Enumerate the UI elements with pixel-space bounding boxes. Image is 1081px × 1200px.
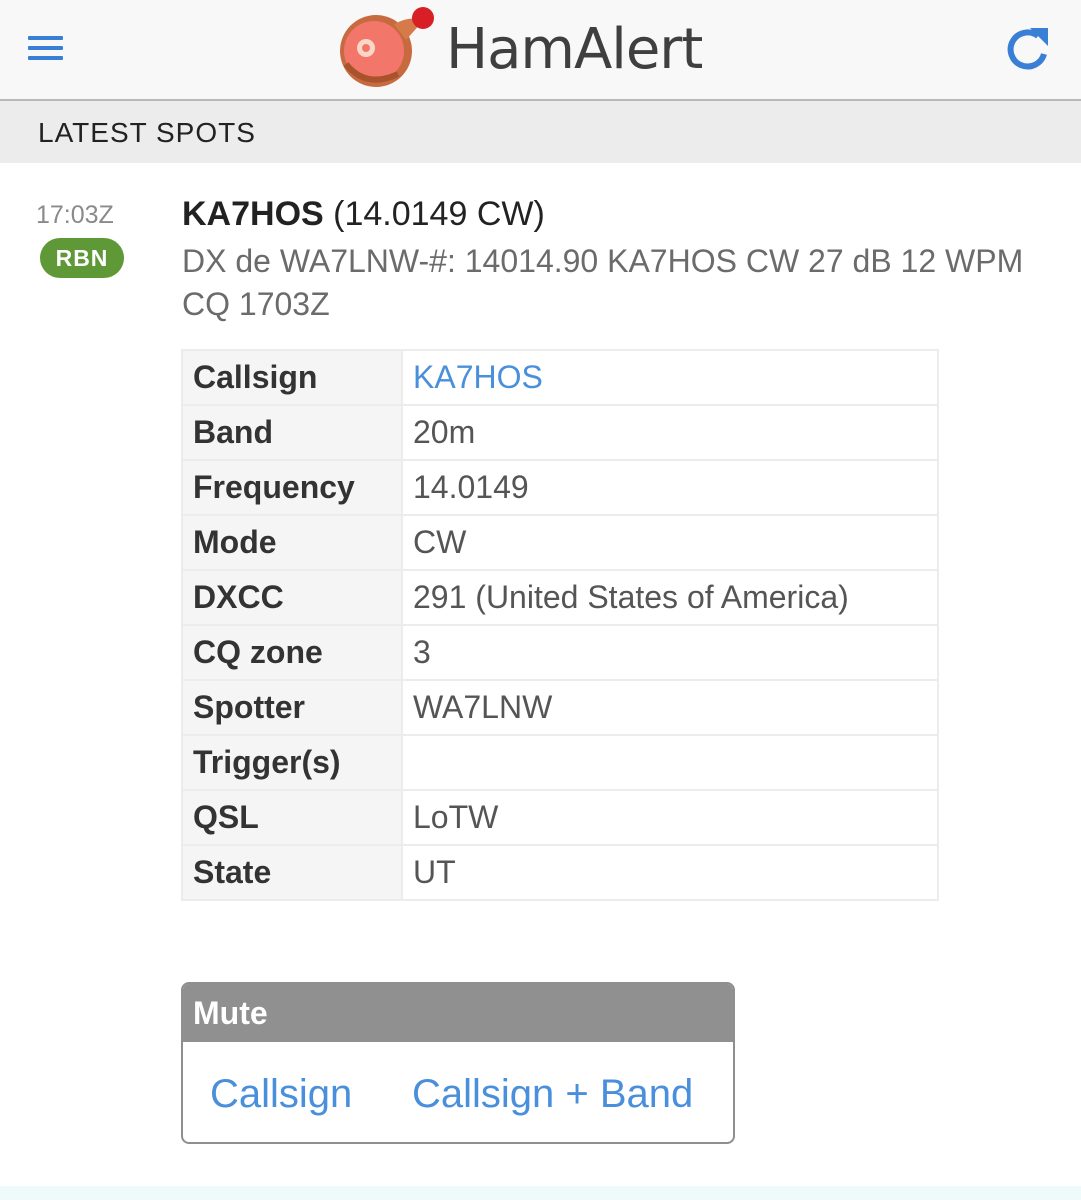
- spot-callsign: KA7HOS: [182, 195, 324, 233]
- section-title: LATEST SPOTS: [38, 117, 256, 148]
- row-label: Band: [181, 404, 403, 461]
- ham-icon: [340, 7, 434, 87]
- row-label: State: [181, 844, 403, 901]
- app-title: HamAlert: [446, 17, 703, 82]
- table-row: State UT: [181, 844, 939, 901]
- table-row: DXCC 291 (United States of America): [181, 569, 939, 626]
- row-value: CW: [401, 514, 939, 571]
- mute-callsign-button[interactable]: Callsign: [210, 1072, 352, 1117]
- row-value: WA7LNW: [401, 679, 939, 736]
- row-value: 3: [401, 624, 939, 681]
- refresh-icon[interactable]: [1000, 24, 1056, 74]
- table-row: QSL LoTW: [181, 789, 939, 846]
- table-row: Frequency 14.0149: [181, 459, 939, 516]
- app-header: HamAlert: [0, 0, 1081, 101]
- row-value: UT: [401, 844, 939, 901]
- table-row: Band 20m: [181, 404, 939, 461]
- row-value: [401, 734, 939, 791]
- row-label: DXCC: [181, 569, 403, 626]
- spot-time: 17:03Z: [36, 201, 114, 229]
- table-row: Mode CW: [181, 514, 939, 571]
- table-row: CQ zone 3: [181, 624, 939, 681]
- callsign-link[interactable]: KA7HOS: [401, 349, 939, 406]
- row-value: 291 (United States of America): [401, 569, 939, 626]
- row-value: 14.0149: [401, 459, 939, 516]
- row-value: 20m: [401, 404, 939, 461]
- row-value: LoTW: [401, 789, 939, 846]
- mute-panel: Mute Callsign Callsign + Band: [181, 982, 735, 1144]
- app-logo: HamAlert: [336, 4, 756, 90]
- table-row: Spotter WA7LNW: [181, 679, 939, 736]
- row-label: Spotter: [181, 679, 403, 736]
- row-label: Mode: [181, 514, 403, 571]
- row-label: Trigger(s): [181, 734, 403, 791]
- hamburger-menu-icon[interactable]: [26, 33, 66, 63]
- mute-callsign-band-button[interactable]: Callsign + Band: [412, 1072, 693, 1117]
- row-label: Callsign: [181, 349, 403, 406]
- table-row: Callsign KA7HOS: [181, 349, 939, 406]
- row-label: QSL: [181, 789, 403, 846]
- row-label: CQ zone: [181, 624, 403, 681]
- mute-title: Mute: [183, 984, 733, 1042]
- table-row: Trigger(s): [181, 734, 939, 791]
- spot-heading: KA7HOS (14.0149 CW): [182, 195, 545, 234]
- row-label: Frequency: [181, 459, 403, 516]
- spot-freq-mode: (14.0149 CW): [333, 195, 545, 233]
- spot-details-table: Callsign KA7HOS Band 20m Frequency 14.01…: [181, 349, 939, 901]
- section-header: LATEST SPOTS: [0, 101, 1081, 163]
- next-spot-edge: [0, 1186, 1081, 1200]
- source-badge: RBN: [40, 238, 124, 278]
- spot-raw-text: DX de WA7LNW-#: 14014.90 KA7HOS CW 27 dB…: [182, 243, 1024, 322]
